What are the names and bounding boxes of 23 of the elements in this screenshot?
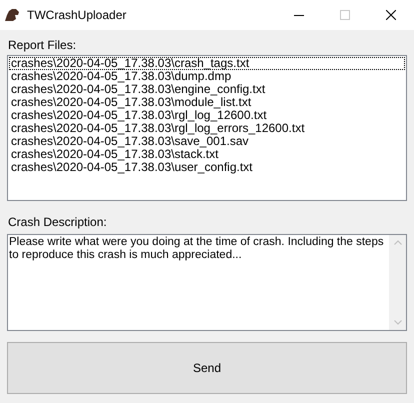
scrollbar[interactable] [389, 235, 406, 330]
file-list-item[interactable]: crashes\2020-04-05_17.38.03\rgl_log_errors_12600.txt [9, 122, 405, 135]
crash-description-label: Crash Description: [8, 214, 107, 231]
file-list-item[interactable]: crashes\2020-04-05_17.38.03\rgl_log_12600.txt [9, 109, 405, 122]
file-list-item[interactable]: crashes\2020-04-05_17.38.03\module_list.txt [9, 96, 405, 109]
file-list-item[interactable]: crashes\2020-04-05_17.38.03\crash_tags.txt [9, 57, 405, 70]
scroll-up-icon [394, 240, 402, 245]
file-list-item[interactable]: crashes\2020-04-05_17.38.03\stack.txt [9, 148, 405, 161]
description-text: Please write what were you doing at the time of crash. Including the steps to reproduce this crash is much appreciated... [9, 236, 385, 262]
window-title: TWCrashUploader [27, 7, 126, 24]
send-button[interactable]: Send [7, 342, 407, 394]
file-list[interactable] [7, 55, 407, 201]
file-list-item[interactable]: crashes\2020-04-05_17.38.03\save_001.sav [9, 135, 405, 148]
maximize-icon [340, 10, 350, 20]
file-list-item[interactable]: crashes\2020-04-05_17.38.03\user_config.txt [9, 161, 405, 174]
app-icon [4, 7, 20, 23]
file-list-item[interactable]: crashes\2020-04-05_17.38.03\dump.dmp [9, 70, 405, 83]
file-list-item[interactable]: crashes\2020-04-05_17.38.03\engine_config.txt [9, 83, 405, 96]
report-files-label: Report Files: [8, 37, 76, 54]
description-field[interactable]: Please write what were you doing at the time of crash. Including the steps to reproduce this crash is much appreciated... [7, 234, 407, 331]
close-icon [386, 10, 396, 20]
scroll-down-icon [394, 320, 402, 325]
minimize-icon [294, 14, 304, 16]
